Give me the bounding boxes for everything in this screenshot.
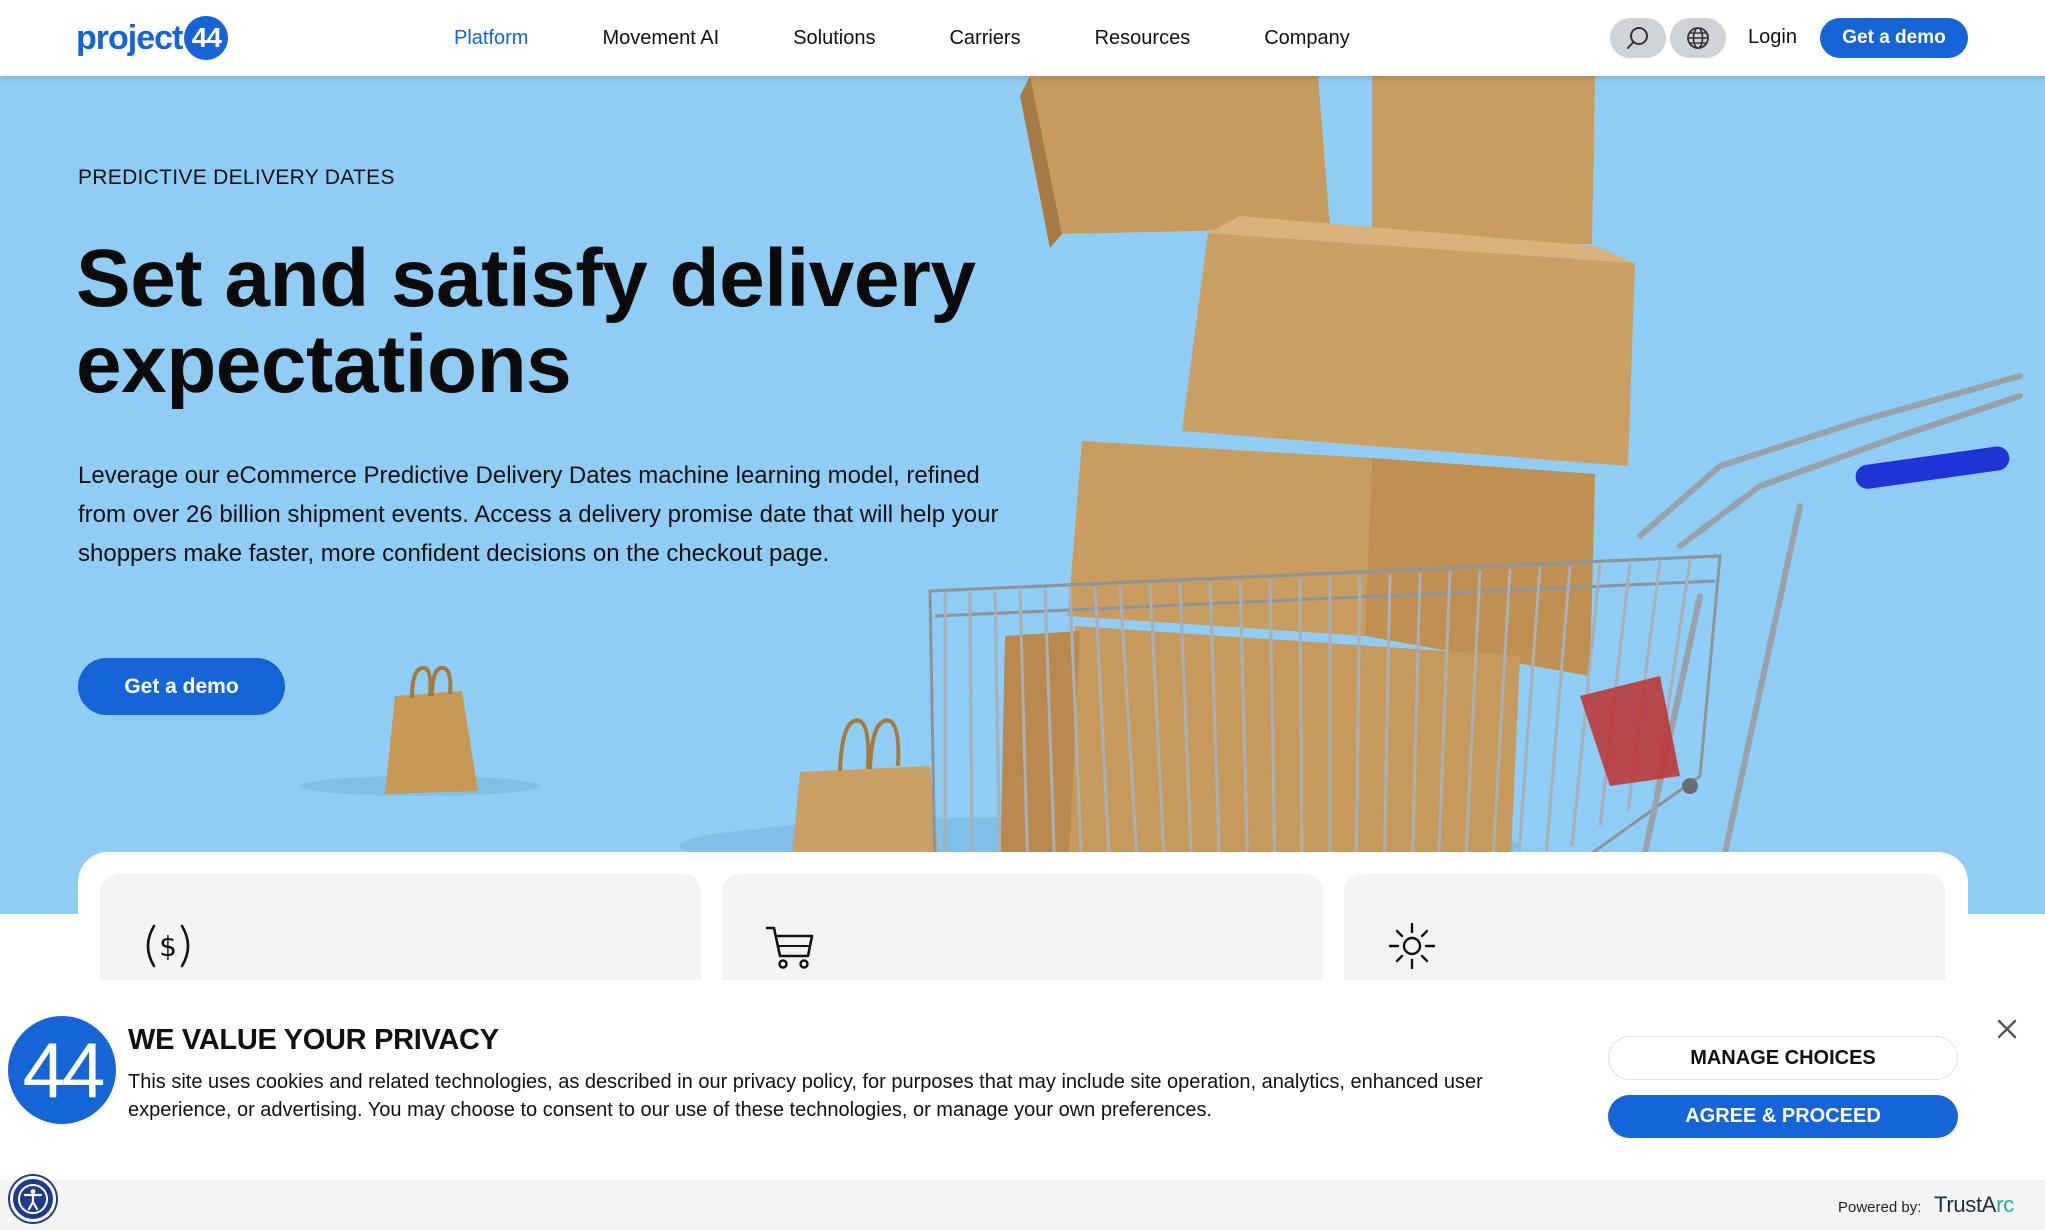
logo-badge: 44 [184,16,229,60]
nav-link-platform[interactable]: Platform [454,27,528,50]
nav-links: Platform Movement AI Solutions Carriers … [454,0,1424,76]
search-icon [1627,27,1648,49]
logo-wordmark: project [76,18,183,57]
trustarc-logo[interactable]: TrustArc [1934,1192,2014,1218]
get-a-demo-button-nav[interactable]: Get a demo [1820,18,1968,58]
shopping-cart-icon [766,926,814,969]
close-icon[interactable] [1992,1014,2022,1044]
dollar-circle-icon: $ [146,924,190,968]
login-link[interactable]: Login [1748,26,1797,49]
powered-by-label: Powered by: [1838,1199,1922,1216]
hero-headline: Set and satisfy delivery expectations [76,233,976,410]
hero-description: Leverage our eCommerce Predictive Delive… [78,462,999,567]
search-button[interactable] [1610,18,1666,58]
globe-icon [1687,27,1709,49]
language-button[interactable] [1670,18,1726,58]
privacy-banner: 44 WE VALUE YOUR PRIVACY This site uses … [0,980,2045,1180]
get-a-demo-button-hero[interactable]: Get a demo [78,658,285,715]
hero-eyebrow: PREDICTIVE DELIVERY DATES [78,166,395,189]
nav-link-company[interactable]: Company [1264,27,1350,50]
trustarc-logo-part-a: TrustA [1934,1192,1997,1217]
svg-text:$: $ [159,930,177,963]
nav-link-movement-ai[interactable]: Movement AI [602,27,719,50]
accessibility-button[interactable] [10,1176,56,1222]
nav-link-solutions[interactable]: Solutions [793,27,875,50]
top-navigation: project 44 Platform Movement AI Solution… [0,0,2045,76]
nav-link-carriers[interactable]: Carriers [949,27,1020,50]
sun-icon [1388,922,1436,970]
agree-and-proceed-button[interactable]: AGREE & PROCEED [1608,1095,1958,1138]
project44-logo[interactable]: project 44 [76,16,229,60]
privacy-text: This site uses cookies and related techn… [128,1071,1483,1121]
nav-link-resources[interactable]: Resources [1095,27,1191,50]
trustarc-logo-part-b: rc [1996,1192,2014,1217]
privacy-logo-badge: 44 [8,1016,116,1124]
hero-section: PREDICTIVE DELIVERY DATES Set and satisf… [0,76,2045,914]
manage-choices-button[interactable]: MANAGE CHOICES [1608,1036,1958,1080]
privacy-title: WE VALUE YOUR PRIVACY [128,1024,499,1056]
consent-footer-strip [0,1180,2045,1230]
accessibility-icon [18,1184,48,1214]
